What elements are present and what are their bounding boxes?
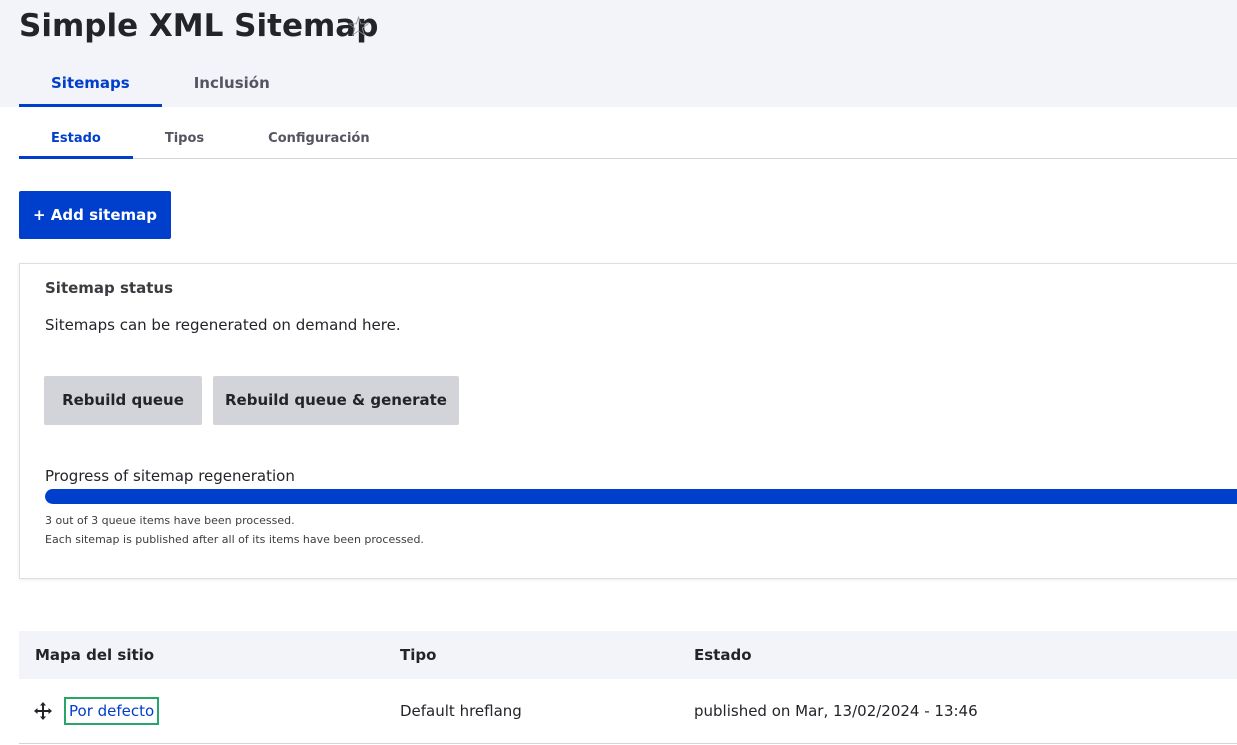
row-type: Default hreflang (400, 702, 522, 720)
secondary-tabs: Estado Tipos Configuración (19, 122, 1237, 159)
progress-publish-note: Each sitemap is published after all of i… (45, 533, 424, 546)
progress-bar (45, 489, 1237, 504)
page-title: Simple XML Sitemap (19, 8, 379, 44)
page-header: Simple XML Sitemap ☆ Sitemaps Inclusión (0, 0, 1237, 107)
column-header-type: Tipo (400, 646, 437, 664)
sitemap-link-por-defecto[interactable]: Por defecto (64, 697, 160, 725)
tab-inclusion[interactable]: Inclusión (162, 62, 302, 107)
column-header-sitemap: Mapa del sitio (35, 646, 155, 664)
progress-bar-fill (45, 489, 1237, 504)
sitemap-status-card: Sitemap status Sitemaps can be regenerat… (19, 263, 1237, 579)
tab-sitemaps[interactable]: Sitemaps (19, 62, 162, 107)
table-header: Mapa del sitio Tipo Estado (19, 631, 1237, 679)
subtab-tipos[interactable]: Tipos (133, 122, 236, 159)
status-card-title: Sitemap status (45, 279, 173, 297)
rebuild-queue-button[interactable]: Rebuild queue (44, 376, 202, 425)
row-status: published on Mar, 13/02/2024 - 13:46 (694, 702, 978, 720)
star-icon[interactable]: ☆ (346, 12, 371, 42)
progress-processed-message: 3 out of 3 queue items have been process… (45, 514, 295, 527)
status-card-description: Sitemaps can be regenerated on demand he… (45, 316, 401, 334)
primary-tabs: Sitemaps Inclusión (19, 62, 302, 107)
subtab-estado[interactable]: Estado (19, 122, 133, 159)
add-sitemap-button[interactable]: + Add sitemap (19, 191, 171, 239)
table-row: Por defecto Default hreflang published o… (19, 679, 1237, 744)
drag-move-icon[interactable] (33, 701, 53, 721)
rebuild-queue-generate-button[interactable]: Rebuild queue & generate (213, 376, 459, 425)
subtab-configuracion[interactable]: Configuración (236, 122, 401, 159)
progress-label: Progress of sitemap regeneration (45, 467, 295, 485)
column-header-status: Estado (694, 646, 752, 664)
